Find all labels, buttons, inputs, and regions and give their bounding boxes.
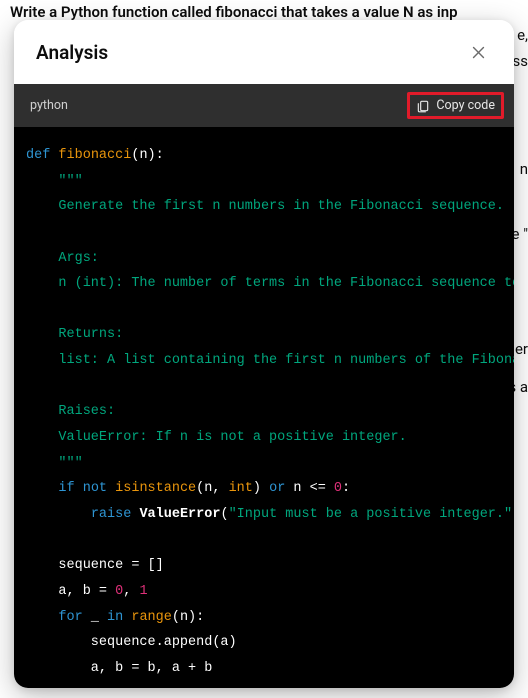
bg-frag: er [515, 340, 528, 358]
copy-code-button[interactable]: Copy code [407, 92, 504, 119]
clipboard-icon [416, 99, 430, 113]
analysis-modal: Analysis python Copy code def fibonacci(… [14, 20, 514, 688]
code-header: python Copy code [14, 84, 514, 127]
code-body[interactable]: def fibonacci(n): """ Generate the first… [14, 127, 514, 688]
modal-title: Analysis [36, 41, 108, 64]
bg-frag: n [520, 160, 528, 178]
copy-label: Copy code [436, 98, 495, 113]
close-icon [470, 44, 487, 61]
bg-frag: e, [517, 26, 528, 44]
bg-frag: ss [513, 52, 528, 70]
code-block: python Copy code def fibonacci(n): """ G… [14, 84, 514, 688]
language-label: python [30, 98, 68, 113]
modal-header: Analysis [14, 20, 514, 84]
code-content: def fibonacci(n): """ Generate the first… [14, 127, 514, 688]
close-button[interactable] [464, 38, 492, 66]
